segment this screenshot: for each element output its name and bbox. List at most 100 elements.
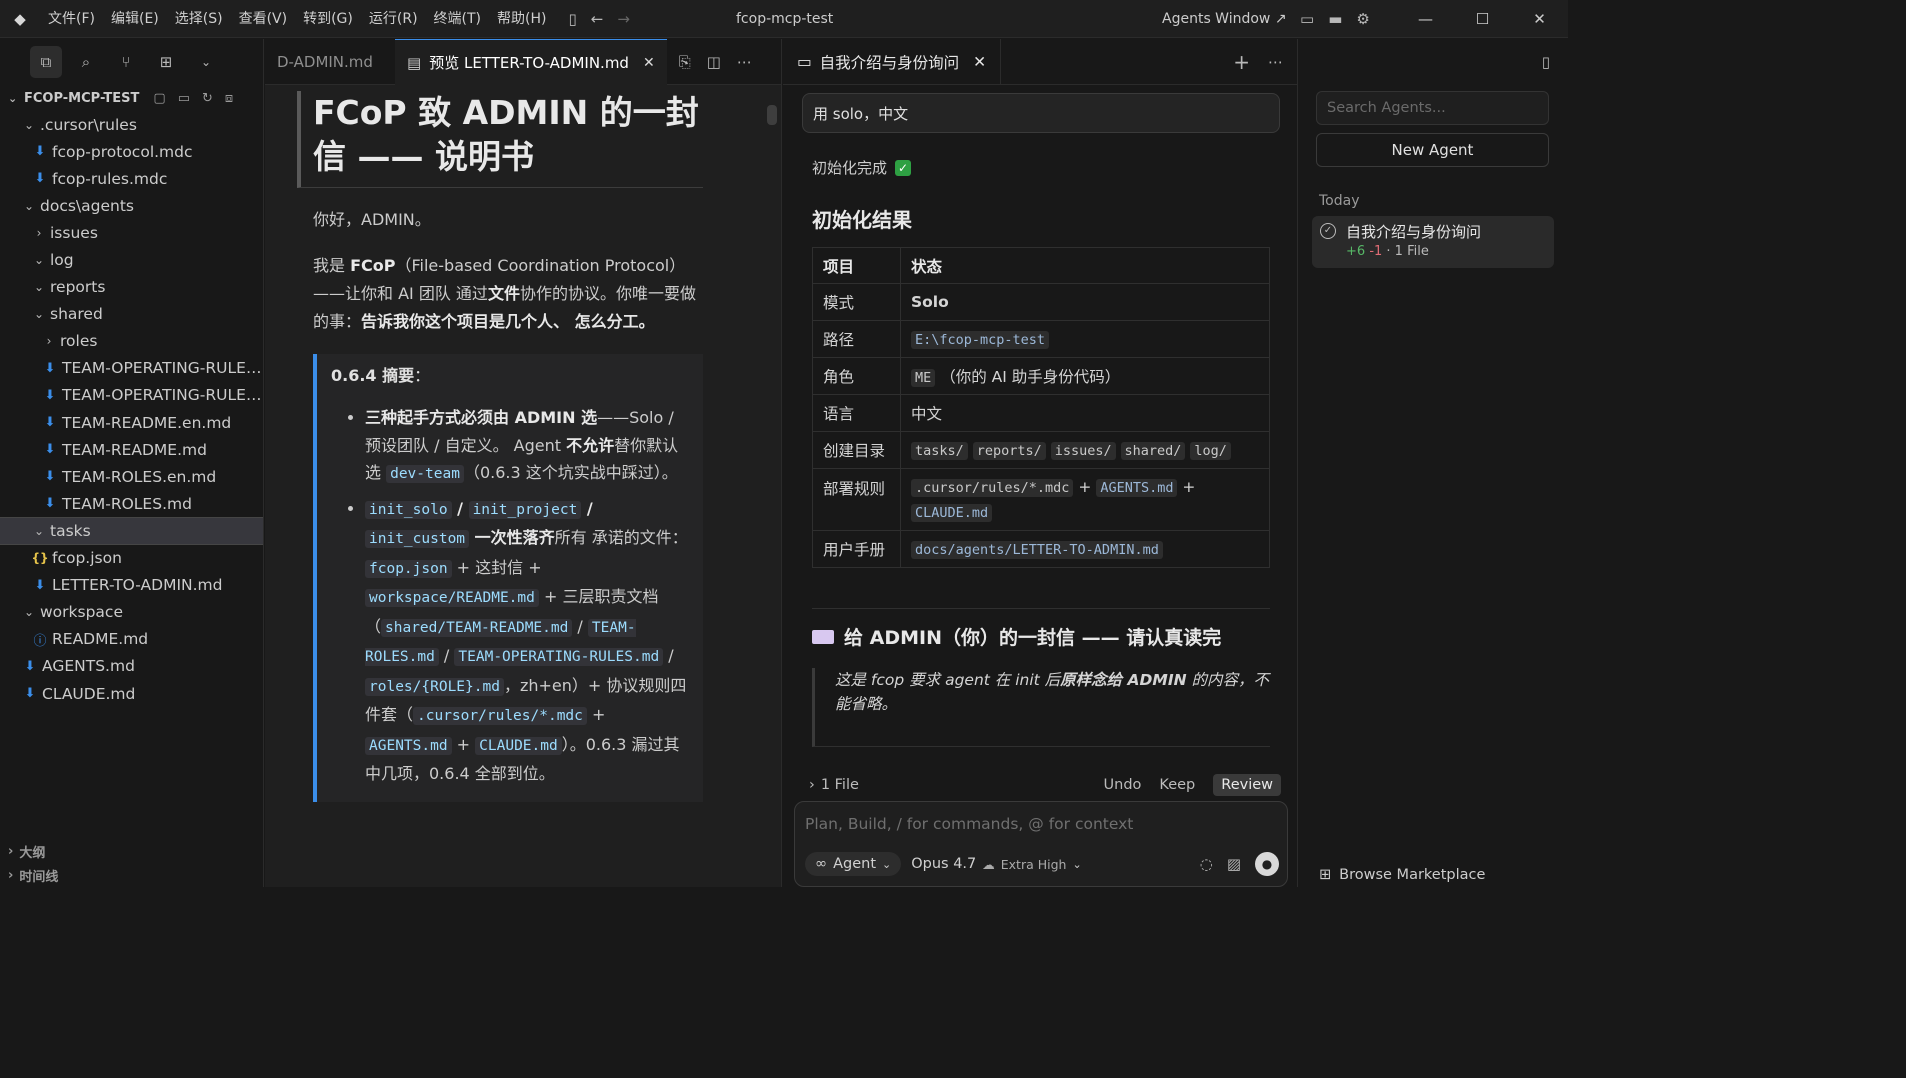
refresh-icon[interactable]: ↻ <box>202 91 213 106</box>
inline-code[interactable]: AGENTS.md <box>1096 478 1178 497</box>
back-arrow-icon[interactable]: ← <box>591 10 604 28</box>
new-file-icon[interactable]: ▢ <box>153 91 165 106</box>
inline-code[interactable]: docs/agents/LETTER-TO-ADMIN.md <box>911 541 1163 559</box>
scrollbar-thumb[interactable] <box>767 105 777 125</box>
tree-item[interactable]: ⬇ AGENTS.md <box>0 653 263 680</box>
search-icon[interactable]: ⌕ <box>76 52 96 72</box>
cell-value: E:\fcop-mcp-test <box>900 320 1270 358</box>
tree-item[interactable]: ⬇ CLAUDE.md <box>0 680 263 707</box>
tab-letter-source[interactable]: D-ADMIN.md <box>265 39 395 85</box>
markdown-file-icon: ⬇ <box>24 686 36 702</box>
chat-icon[interactable]: ▬ <box>1328 10 1342 28</box>
file-count[interactable]: 1 File <box>821 777 859 793</box>
tree-item[interactable]: ⬇ TEAM-ROLES.md <box>0 490 263 517</box>
more-icon[interactable]: ⋯ <box>1268 50 1283 74</box>
menu-item[interactable]: 选择(S) <box>167 0 231 38</box>
split-editor-icon[interactable]: ◫ <box>707 53 721 71</box>
tree-item[interactable]: ⌄ tasks <box>0 517 263 545</box>
tree-item[interactable]: ⌄ docs\agents <box>0 192 263 219</box>
menu-item[interactable]: 编辑(E) <box>103 0 167 38</box>
tree-item[interactable]: ⬇ fcop-protocol.mdc <box>0 138 263 165</box>
microphone-icon[interactable]: ● <box>1255 852 1279 876</box>
menu-item[interactable]: 运行(R) <box>361 0 426 38</box>
tab-letter-preview[interactable]: ▤ 预览 LETTER-TO-ADMIN.md ✕ <box>395 39 667 85</box>
search-agents-input[interactable] <box>1316 91 1549 125</box>
menu-item[interactable]: 查看(V) <box>231 0 296 38</box>
menu-item[interactable]: 文件(F) <box>40 0 103 38</box>
tree-item[interactable]: ⌄ reports <box>0 274 263 301</box>
gear-icon[interactable]: ⚙ <box>1356 10 1369 28</box>
menu-item[interactable]: 帮助(H) <box>489 0 554 38</box>
forward-arrow-icon[interactable]: → <box>617 10 630 28</box>
maximize-icon[interactable]: ☐ <box>1454 0 1511 38</box>
tree-item[interactable]: ⬇ TEAM-OPERATING-RULES.en.md <box>0 355 263 382</box>
inline-code[interactable]: CLAUDE.md <box>911 503 993 522</box>
toggle-panel-icon[interactable]: ▭ <box>1300 10 1314 28</box>
tree-item[interactable]: ⬇ TEAM-README.md <box>0 436 263 463</box>
inline-code[interactable]: E:\fcop-mcp-test <box>911 331 1050 349</box>
window-title[interactable]: fcop-mcp-test <box>736 0 833 38</box>
markdown-file-icon: ⬇ <box>44 496 56 512</box>
agents-window-button[interactable]: Agents Window ↗ <box>1162 0 1287 38</box>
outline-label: 大纲 <box>19 845 46 861</box>
tree-item-label: docs\agents <box>40 196 134 215</box>
agent-mode-selector[interactable]: ∞ Agent ⌄ <box>805 852 902 876</box>
toggle-right-panel-icon[interactable]: ▯ <box>1542 53 1550 71</box>
summary-list: 三种起手方式必须由 ADMIN 选——Solo / 预设团队 / 自定义。 Ag… <box>365 404 689 788</box>
close-icon[interactable]: ✕ <box>643 55 655 71</box>
browse-marketplace-link[interactable]: ⊞ Browse Marketplace <box>1319 867 1485 883</box>
image-icon[interactable]: ▨ <box>1227 855 1241 873</box>
chat-tab-actions: + ⋯ <box>1233 50 1297 74</box>
more-icon[interactable]: ⋯ <box>737 53 752 71</box>
tree-item[interactable]: ⌄ .cursor\rules <box>0 111 263 138</box>
tree-item[interactable]: {} fcop.json <box>0 545 263 572</box>
tree-item[interactable]: ⬇ LETTER-TO-ADMIN.md <box>0 572 263 599</box>
outline-section[interactable]: › 大纲 <box>0 839 264 863</box>
chevron-right-icon[interactable]: › <box>803 777 815 793</box>
minimize-icon[interactable]: — <box>1397 0 1454 38</box>
collapse-all-icon[interactable]: ⧈ <box>225 91 233 106</box>
tree-item[interactable]: › issues <box>0 219 263 246</box>
tab-chat-session[interactable]: ▭ 自我介绍与身份询问 ✕ <box>783 38 1002 85</box>
cell-key: 用户手册 <box>812 530 901 568</box>
new-folder-icon[interactable]: ▭ <box>178 91 190 106</box>
model-selector[interactable]: Opus 4.7 ☁ Extra High ⌄ <box>911 856 1081 872</box>
open-source-icon[interactable]: ⎘ <box>679 53 691 71</box>
source-control-icon[interactable]: ⑂ <box>116 52 136 72</box>
composer-actions: ◌ ▨ ● <box>1200 852 1279 876</box>
toggle-sidebar-icon[interactable]: ▯ <box>568 10 576 28</box>
explorer-icon[interactable]: ⧉ <box>30 46 62 78</box>
menu-item[interactable]: 转到(G) <box>295 0 361 38</box>
tree-item[interactable]: ⬇ TEAM-README.en.md <box>0 409 263 436</box>
chevron-down-icon: ⌄ <box>33 307 45 322</box>
tree-item[interactable]: › roles <box>0 328 263 355</box>
editor-scrollbar[interactable] <box>767 91 777 871</box>
close-window-icon[interactable]: ✕ <box>1511 0 1568 38</box>
agent-session-item[interactable]: ✓ 自我介绍与身份询问 +6 -1 · 1 File <box>1312 216 1554 268</box>
text-bold: FCoP <box>350 256 396 275</box>
user-message[interactable]: 用 solo，中文 <box>802 93 1280 133</box>
keep-button[interactable]: Keep <box>1159 777 1195 793</box>
extensions-icon[interactable]: ⊞ <box>156 52 176 72</box>
tree-item[interactable]: ⓘ README.md <box>0 626 263 653</box>
tree-item[interactable]: ⌄ log <box>0 246 263 273</box>
tree-item[interactable]: ⬇ TEAM-ROLES.en.md <box>0 463 263 490</box>
timeline-section[interactable]: › 时间线 <box>0 863 264 887</box>
new-agent-button[interactable]: New Agent <box>1316 133 1549 167</box>
tree-item[interactable]: ⬇ TEAM-OPERATING-RULES.md <box>0 382 263 409</box>
tree-item-label: LETTER-TO-ADMIN.md <box>52 576 223 595</box>
composer-input[interactable] <box>805 812 1275 836</box>
explorer-root-header[interactable]: ⌄ FCOP-MCP-TEST ▢ ▭ ↻ ⧈ <box>0 85 263 111</box>
chevron-down-icon[interactable]: ⌄ <box>196 52 216 72</box>
editor-tabs: D-ADMIN.md ▤ 预览 LETTER-TO-ADMIN.md ✕ ⎘ ◫… <box>265 39 781 85</box>
tree-item[interactable]: ⌄ workspace <box>0 599 263 626</box>
plus-icon[interactable]: + <box>1233 50 1250 74</box>
markdown-file-icon: ⬇ <box>34 171 46 187</box>
review-button[interactable]: Review <box>1213 774 1281 796</box>
undo-button[interactable]: Undo <box>1104 777 1142 793</box>
close-icon[interactable]: ✕ <box>973 53 986 71</box>
menu-item[interactable]: 终端(T) <box>426 0 489 38</box>
tree-item[interactable]: ⌄ shared <box>0 301 263 328</box>
tree-item[interactable]: ⬇ fcop-rules.mdc <box>0 165 263 192</box>
result-heading: 初始化结果 <box>812 208 912 232</box>
